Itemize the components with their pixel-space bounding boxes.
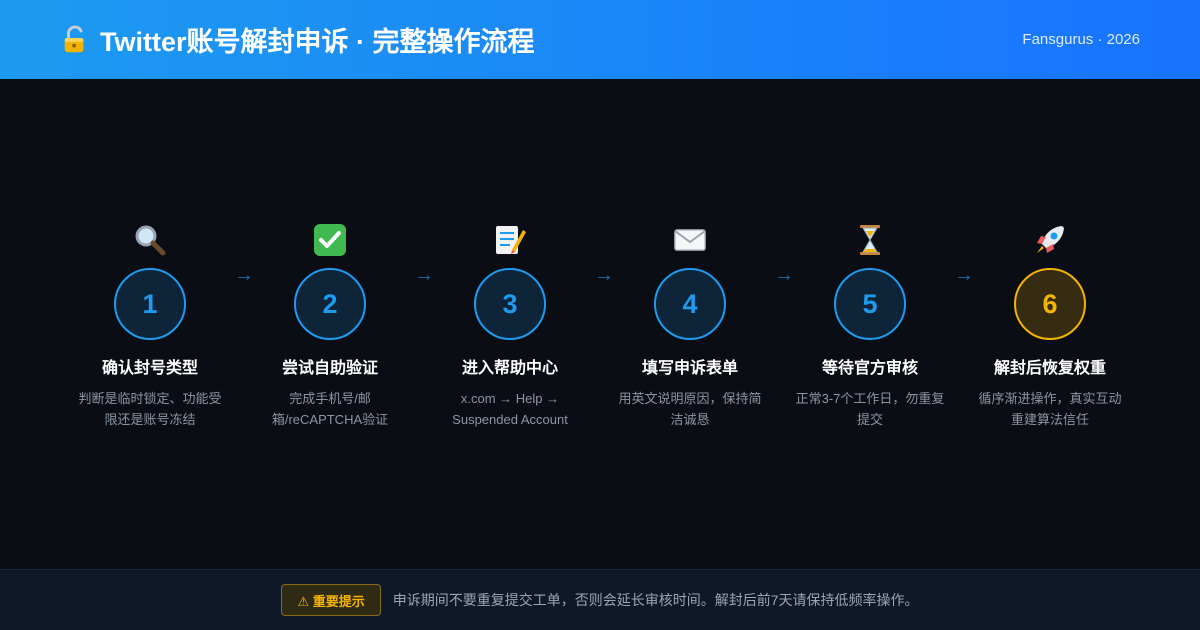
step-3: 3 进入帮助中心 x.com → Help → Suspended Accoun… (420, 222, 600, 430)
step-title: 进入帮助中心 (461, 360, 558, 377)
page-title: Twitter账号解封申诉 · 完整操作流程 (60, 20, 535, 59)
step-title: 解封后恢复权重 (993, 360, 1106, 377)
footer-notice-bar: ⚠ 重要提示 申诉期间不要重复提交工单，否则会延长审核时间。解封后前7天请保持低… (0, 569, 1200, 630)
step-number: 5 (834, 268, 906, 340)
step-description: x.com → Help → Suspended Account (452, 391, 568, 427)
step-description: 完成手机号/邮箱/reCAPTCHA验证 (271, 391, 389, 427)
step-5: 5 等待官方审核 正常3-7个工作日，勿重复提交 (780, 222, 960, 430)
step-number: 4 (654, 268, 726, 340)
step-number: 1 (114, 268, 186, 340)
memo-icon (496, 226, 526, 254)
hourglass-icon (860, 225, 880, 255)
step-title: 填写申诉表单 (641, 360, 738, 377)
step-title: 等待官方审核 (821, 360, 918, 377)
process-steps: 1 确认封号类型 判断是临时锁定、功能受限还是账号冻结 → 2 尝试自助验证 完… (60, 222, 1140, 432)
step-2: 2 尝试自助验证 完成手机号/邮箱/reCAPTCHA验证 (240, 222, 420, 430)
step-6: 6 解封后恢复权重 循序渐进操作，真实互动重建算法信任 (960, 222, 1140, 430)
step-number: 6 (1014, 268, 1086, 340)
step-title: 确认封号类型 (101, 360, 198, 377)
badge-label: ⚠ 重要提示 (297, 593, 365, 609)
step-1: 1 确认封号类型 判断是临时锁定、功能受限还是账号冻结 (60, 222, 240, 430)
step-description: 用英文说明原因，保持简洁诚恳 (618, 391, 762, 427)
header-banner: Twitter账号解封申诉 · 完整操作流程 Fansgurus · 2026 (0, 0, 1200, 79)
step-description: 正常3-7个工作日，勿重复提交 (795, 391, 945, 427)
step-description: 循序渐进操作，真实互动重建算法信任 (978, 391, 1122, 427)
page-title-text: Twitter账号解封申诉 · 完整操作流程 (100, 27, 535, 57)
step-4: 4 填写申诉表单 用英文说明原因，保持简洁诚恳 (600, 222, 780, 430)
step-title: 尝试自助验证 (281, 360, 378, 377)
step-number: 3 (474, 268, 546, 340)
magnifier-icon (135, 225, 166, 256)
step-number: 2 (294, 268, 366, 340)
brand-label: Fansgurus · 2026 (1022, 31, 1140, 48)
notice-text: 申诉期间不要重复提交工单，否则会延长审核时间。解封后前7天请保持低频率操作。 (392, 592, 919, 608)
step-description: 判断是临时锁定、功能受限还是账号冻结 (78, 391, 222, 427)
check-box-icon (314, 224, 346, 256)
rocket-icon (1037, 226, 1064, 253)
lock-open-icon (64, 25, 84, 52)
important-notice-badge: ⚠ 重要提示 (281, 584, 381, 616)
envelope-icon (674, 229, 706, 251)
